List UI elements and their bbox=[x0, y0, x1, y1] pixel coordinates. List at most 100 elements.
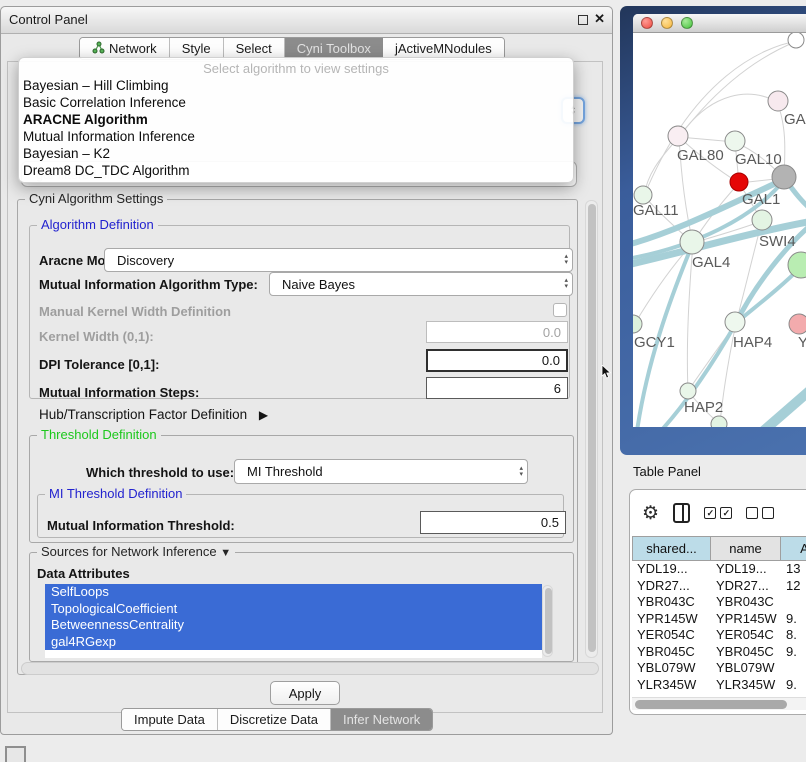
settings-vertical-scrollbar[interactable] bbox=[585, 200, 598, 658]
tab-impute-data[interactable]: Impute Data bbox=[122, 709, 218, 730]
tab-discretize-data[interactable]: Discretize Data bbox=[218, 709, 331, 730]
table-horizontal-scrollbar[interactable] bbox=[632, 697, 806, 710]
table-cell: YBR045C bbox=[632, 644, 711, 661]
apply-button[interactable]: Apply bbox=[270, 681, 340, 705]
algorithm-option[interactable]: Bayesian – K2 bbox=[19, 145, 573, 162]
aracne-mode-combo[interactable]: Discovery ▴▾ bbox=[104, 248, 573, 272]
algorithm-option[interactable]: Mutual Information Inference bbox=[19, 128, 573, 145]
node-label: GAL1 bbox=[742, 191, 780, 208]
table-row[interactable]: YLR345WYLR345W9. bbox=[632, 677, 806, 694]
which-threshold-combo[interactable]: MI Threshold ▴▾ bbox=[234, 459, 528, 484]
table-row[interactable]: YDL19...YDL19...13 bbox=[632, 561, 806, 578]
network-canvas[interactable]: GALGAL80GAL10GAL11GAL1SWI4GAL4GCY1HAP4YH… bbox=[633, 33, 806, 427]
dpi-tolerance-input[interactable]: 0.0 bbox=[426, 349, 568, 372]
tab-jactivemnodules[interactable]: jActiveMNodules bbox=[383, 38, 504, 59]
network-node[interactable] bbox=[725, 312, 745, 332]
network-node[interactable] bbox=[752, 210, 772, 230]
combo-stepper-icon: ▴▾ bbox=[564, 278, 568, 290]
table-row[interactable]: YBR043CYBR043C bbox=[632, 594, 806, 611]
tab-cyni-toolbox[interactable]: Cyni Toolbox bbox=[285, 38, 383, 59]
minimize-traffic-light-icon[interactable] bbox=[661, 17, 673, 29]
column-header-shared-[interactable]: shared... bbox=[632, 536, 711, 561]
column-layout-icon[interactable] bbox=[673, 503, 690, 523]
table-cell: YPR145W bbox=[632, 611, 711, 628]
kernel-width-value: 0.0 bbox=[543, 325, 561, 340]
tab-network[interactable]: Network bbox=[80, 38, 170, 59]
table-row[interactable]: YBR045CYBR045C9. bbox=[632, 644, 806, 661]
table-cell: YER054C bbox=[632, 627, 711, 644]
network-edge bbox=[761, 386, 806, 427]
attributes-list-scrollbar[interactable] bbox=[542, 585, 553, 657]
tab-label: Select bbox=[236, 41, 272, 56]
hub-definition-toggle[interactable]: Hub/Transcription Factor Definition ▶ bbox=[39, 407, 268, 422]
tab-select[interactable]: Select bbox=[224, 38, 285, 59]
network-node[interactable] bbox=[772, 165, 796, 189]
deselect-all-checkboxes-icon[interactable] bbox=[746, 507, 774, 519]
network-node[interactable] bbox=[789, 314, 806, 334]
which-threshold-label: Which threshold to use: bbox=[86, 465, 234, 480]
table-cell bbox=[781, 660, 806, 677]
table-panel-card: ⚙ ✓✓ shared...nameA YDL19...YDL19...13YD… bbox=[629, 489, 806, 715]
collapsed-panel-button[interactable] bbox=[5, 746, 26, 762]
network-node[interactable] bbox=[768, 91, 788, 111]
network-node[interactable] bbox=[680, 230, 704, 254]
node-label: Y bbox=[798, 334, 806, 351]
column-header-a[interactable]: A bbox=[781, 536, 806, 561]
table-cell: YDL19... bbox=[632, 561, 711, 578]
table-row[interactable]: YER054CYER054C8. bbox=[632, 627, 806, 644]
zoom-traffic-light-icon[interactable] bbox=[681, 17, 693, 29]
data-attributes-label: Data Attributes bbox=[37, 566, 130, 581]
algorithm-option[interactable]: ARACNE Algorithm bbox=[19, 111, 573, 128]
manual-kernel-checkbox[interactable] bbox=[553, 303, 567, 317]
gear-icon[interactable]: ⚙ bbox=[642, 504, 659, 523]
network-node[interactable] bbox=[788, 33, 804, 48]
table-row[interactable]: YIL052CYIL052C9 bbox=[632, 693, 806, 696]
close-traffic-light-icon[interactable] bbox=[641, 17, 653, 29]
data-attribute-item[interactable]: BetweennessCentrality bbox=[45, 617, 542, 634]
tab-style[interactable]: Style bbox=[170, 38, 224, 59]
network-node[interactable] bbox=[680, 383, 696, 399]
table-cell: YBR045C bbox=[711, 644, 781, 661]
network-node[interactable] bbox=[730, 173, 748, 191]
sources-group-toggle[interactable]: Sources for Network Inference ▼ bbox=[37, 545, 235, 560]
threshold-group-title: Threshold Definition bbox=[37, 428, 161, 442]
kernel-width-label: Kernel Width (0,1): bbox=[39, 329, 154, 344]
table-cell: YER054C bbox=[711, 627, 781, 644]
mi-type-combo[interactable]: Naive Bayes ▴▾ bbox=[269, 272, 573, 296]
mi-type-label: Mutual Information Algorithm Type: bbox=[39, 277, 258, 292]
data-attribute-item[interactable]: SelfLoops bbox=[45, 584, 542, 601]
mi-threshold-group-title: MI Threshold Definition bbox=[45, 487, 186, 501]
float-window-icon[interactable] bbox=[578, 15, 588, 25]
table-row[interactable]: YDR27...YDR27...12 bbox=[632, 578, 806, 595]
network-window-titlebar[interactable] bbox=[633, 14, 806, 33]
table-cell: 8. bbox=[781, 627, 806, 644]
column-header-name[interactable]: name bbox=[711, 536, 781, 561]
table-cell: 9. bbox=[781, 611, 806, 628]
tab-infer-network[interactable]: Infer Network bbox=[331, 709, 432, 730]
cyni-settings-group-title: Cyni Algorithm Settings bbox=[25, 192, 167, 206]
network-node[interactable] bbox=[711, 416, 727, 427]
table-row[interactable]: YBL079WYBL079W bbox=[632, 660, 806, 677]
select-all-checkboxes-icon[interactable]: ✓✓ bbox=[704, 507, 732, 519]
algorithm-option[interactable]: Bayesian – Hill Climbing bbox=[19, 77, 573, 94]
algorithm-definition-title: Algorithm Definition bbox=[37, 218, 158, 232]
network-edge bbox=[679, 94, 777, 137]
control-panel-titlebar[interactable]: Control Panel ✕ bbox=[1, 7, 612, 34]
mi-steps-input[interactable]: 6 bbox=[426, 377, 568, 399]
close-icon[interactable]: ✕ bbox=[594, 11, 605, 27]
network-node[interactable] bbox=[725, 131, 745, 151]
settings-horizontal-scrollbar[interactable] bbox=[21, 662, 599, 675]
table-row[interactable]: YPR145WYPR145W9. bbox=[632, 611, 806, 628]
data-attribute-item[interactable]: gal4RGexp bbox=[45, 634, 542, 651]
mi-threshold-input[interactable]: 0.5 bbox=[420, 511, 566, 534]
algorithm-option[interactable]: Basic Correlation Inference bbox=[19, 94, 573, 111]
data-attribute-item[interactable]: TopologicalCoefficient bbox=[45, 601, 542, 618]
tab-label: Cyni Toolbox bbox=[297, 41, 371, 56]
table-cell: YDR27... bbox=[711, 578, 781, 595]
network-node[interactable] bbox=[668, 126, 688, 146]
dpi-tolerance-value: 0.0 bbox=[542, 353, 560, 368]
table-cell: 13 bbox=[781, 561, 806, 578]
network-node[interactable] bbox=[633, 315, 642, 333]
algorithm-option[interactable]: Dream8 DC_TDC Algorithm bbox=[19, 162, 573, 179]
kernel-width-input[interactable]: 0.0 bbox=[426, 321, 568, 343]
